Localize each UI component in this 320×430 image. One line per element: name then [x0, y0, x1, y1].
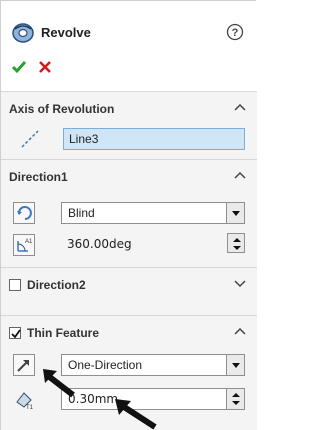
chevron-down-icon[interactable] — [233, 278, 247, 288]
svg-text:?: ? — [232, 27, 239, 39]
feature-header: Revolve ? — [1, 1, 257, 91]
spin-button[interactable] — [226, 389, 244, 409]
checkmark-icon — [11, 329, 21, 339]
reverse-thickness-icon[interactable] — [13, 354, 35, 376]
annotation-arrow-icon — [43, 369, 75, 398]
svg-text:A1: A1 — [25, 239, 33, 245]
chevron-up-icon[interactable] — [233, 102, 247, 112]
end-condition-select[interactable]: Blind — [61, 202, 245, 224]
axis-field[interactable]: Line3 — [63, 128, 245, 150]
help-icon[interactable]: ? — [226, 23, 244, 41]
svg-text:T1: T1 — [26, 405, 34, 410]
chevron-up-icon[interactable] — [233, 326, 247, 336]
x-icon[interactable] — [37, 59, 53, 75]
angle-field[interactable]: 360.00deg — [61, 234, 245, 256]
thin-type-select[interactable]: One-Direction — [61, 354, 245, 376]
thin-feature-checkbox[interactable] — [9, 327, 21, 339]
thin-feature-title[interactable]: Thin Feature — [27, 326, 99, 340]
direction1-section: Direction1 Blind A1 360.00deg — [1, 159, 257, 267]
angle-value: 360.00deg — [67, 237, 132, 251]
direction2-section: Direction2 — [1, 267, 257, 315]
axis-section-title[interactable]: Axis of Revolution — [9, 102, 114, 116]
property-manager-panel: Revolve ? Axis of Revolution Line3 Direc… — [0, 0, 257, 430]
thickness-icon: T1 — [16, 392, 34, 410]
thin-type-value: One-Direction — [68, 358, 143, 372]
annotation-arrow-icon — [115, 399, 157, 430]
spinner-arrows-icon — [232, 393, 240, 405]
chevron-down-icon — [232, 363, 240, 368]
angle-spin-button[interactable] — [227, 233, 245, 253]
dropdown-button[interactable] — [226, 355, 244, 375]
direction2-title[interactable]: Direction2 — [27, 278, 86, 292]
angle-icon: A1 — [13, 234, 35, 256]
direction2-checkbox[interactable] — [9, 279, 21, 291]
end-condition-value: Blind — [68, 206, 95, 220]
axis-of-revolution-section: Axis of Revolution Line3 — [1, 91, 257, 159]
checkmark-icon[interactable] — [11, 59, 27, 75]
revolve-icon — [12, 23, 34, 43]
spinner-arrows-icon — [233, 238, 241, 250]
direction1-title[interactable]: Direction1 — [9, 170, 68, 184]
dropdown-button[interactable] — [226, 203, 244, 223]
chevron-down-icon — [232, 211, 240, 216]
chevron-up-icon[interactable] — [233, 170, 247, 180]
feature-title: Revolve — [41, 25, 91, 40]
axis-line-icon — [21, 130, 39, 148]
reverse-direction-icon[interactable] — [13, 202, 35, 224]
